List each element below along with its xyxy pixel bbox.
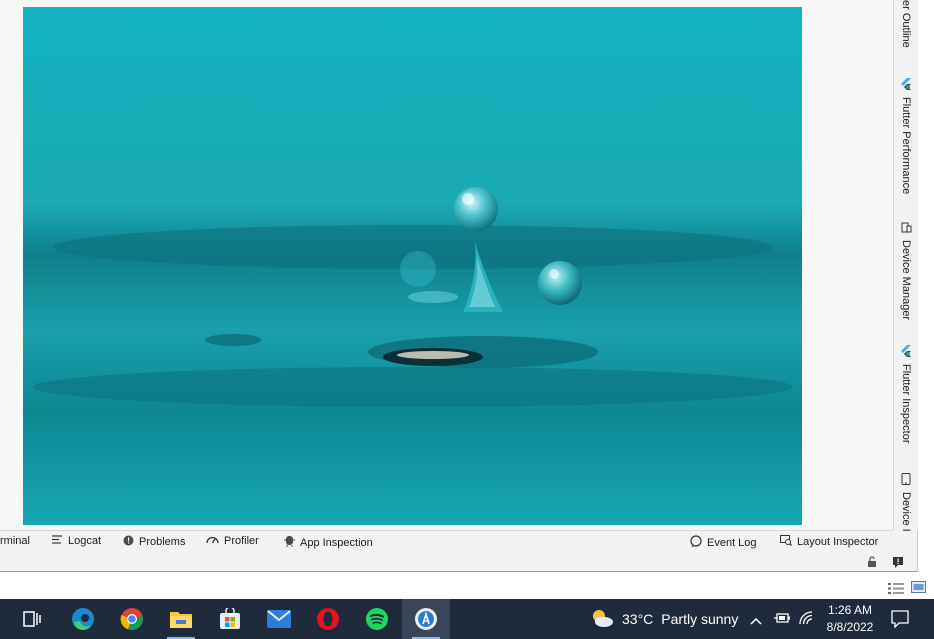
- task-view-icon[interactable]: [8, 599, 56, 639]
- problems-label: Problems: [139, 536, 186, 548]
- tab-layout-inspector[interactable]: Layout Inspector: [780, 535, 878, 549]
- spotify-icon[interactable]: [353, 599, 401, 639]
- file-explorer-icon[interactable]: [157, 599, 205, 639]
- partly-sunny-icon: [590, 608, 614, 631]
- tab-event-log[interactable]: Event Log: [690, 535, 757, 550]
- desktop-strip: [0, 572, 934, 599]
- list-view-icon[interactable]: [888, 581, 904, 599]
- tool-window-bar: rminal Logcat Problems Profiler App Insp…: [0, 530, 893, 552]
- system-clock[interactable]: 1:26 AM 8/8/2022: [815, 602, 885, 636]
- app-inspection-icon: [284, 535, 295, 550]
- profiler-label: Profiler: [224, 535, 259, 547]
- app-inspection-label: App Inspection: [300, 536, 373, 549]
- tab-app-inspection[interactable]: App Inspection: [284, 535, 373, 550]
- tab-flutter-performance[interactable]: Flutter Performance: [896, 78, 916, 194]
- event-log-label: Event Log: [707, 536, 757, 549]
- opera-icon[interactable]: [304, 599, 352, 639]
- event-log-icon: [690, 535, 702, 550]
- mail-icon[interactable]: [255, 599, 303, 639]
- problems-icon: [123, 535, 134, 549]
- device-file-label: Device I: [900, 492, 912, 532]
- battery-plug-icon[interactable]: [774, 611, 790, 629]
- tab-flutter-inspector[interactable]: Flutter Inspector: [896, 345, 916, 443]
- preview-area: [0, 0, 893, 530]
- tab-terminal[interactable]: rminal: [0, 535, 30, 547]
- device-manager-icon: [901, 222, 912, 236]
- weather-text: Partly sunny: [661, 611, 739, 627]
- edge-icon[interactable]: [59, 599, 107, 639]
- android-studio-icon[interactable]: [402, 599, 450, 639]
- tab-profiler[interactable]: Profiler: [206, 535, 259, 547]
- ide-window: er Outline Flutter Performance Device Ma…: [0, 0, 918, 572]
- store-icon[interactable]: [206, 599, 254, 639]
- weather-widget[interactable]: 33°C Partly sunny: [590, 599, 738, 639]
- notification-center-icon[interactable]: [891, 610, 909, 633]
- flutter-icon: [900, 345, 912, 360]
- chrome-icon[interactable]: [108, 599, 156, 639]
- layout-inspector-icon: [780, 535, 792, 549]
- device-icon: [901, 473, 911, 488]
- tab-device-manager[interactable]: Device Manager: [896, 222, 916, 320]
- tab-flutter-outline[interactable]: er Outline: [896, 0, 916, 48]
- logcat-label: Logcat: [68, 535, 102, 547]
- layout-inspector-label: Layout Inspector: [797, 536, 879, 548]
- right-tool-strip: er Outline Flutter Performance Device Ma…: [893, 0, 918, 532]
- flutter-inspector-label: Flutter Inspector: [900, 364, 912, 444]
- status-bar: [0, 552, 917, 571]
- flutter-performance-label: Flutter Performance: [900, 97, 912, 195]
- tab-logcat[interactable]: Logcat: [52, 535, 101, 547]
- flutter-icon: [900, 78, 912, 93]
- outline-tab-label: er Outline: [900, 0, 912, 48]
- wifi-icon[interactable]: [799, 611, 813, 630]
- terminal-label: rminal: [0, 535, 30, 547]
- water-droplet-image: [23, 7, 802, 525]
- weather-temp: 33°C: [622, 611, 654, 627]
- taskbar: 33°C Partly sunny 1:26 AM 8/8/2022: [0, 599, 934, 639]
- logcat-icon: [52, 535, 63, 547]
- tab-problems[interactable]: Problems: [123, 535, 185, 549]
- thumbnail-view-icon[interactable]: [911, 580, 926, 598]
- clock-time: 1:26 AM: [827, 603, 873, 617]
- tab-device-file-explorer[interactable]: Device I: [896, 473, 916, 532]
- device-manager-label: Device Manager: [900, 240, 912, 321]
- notification-icon[interactable]: [892, 555, 904, 568]
- profiler-icon: [206, 535, 219, 547]
- chevron-up-icon[interactable]: [750, 612, 762, 630]
- clock-date: 8/8/2022: [826, 620, 874, 634]
- lock-icon[interactable]: [866, 555, 878, 567]
